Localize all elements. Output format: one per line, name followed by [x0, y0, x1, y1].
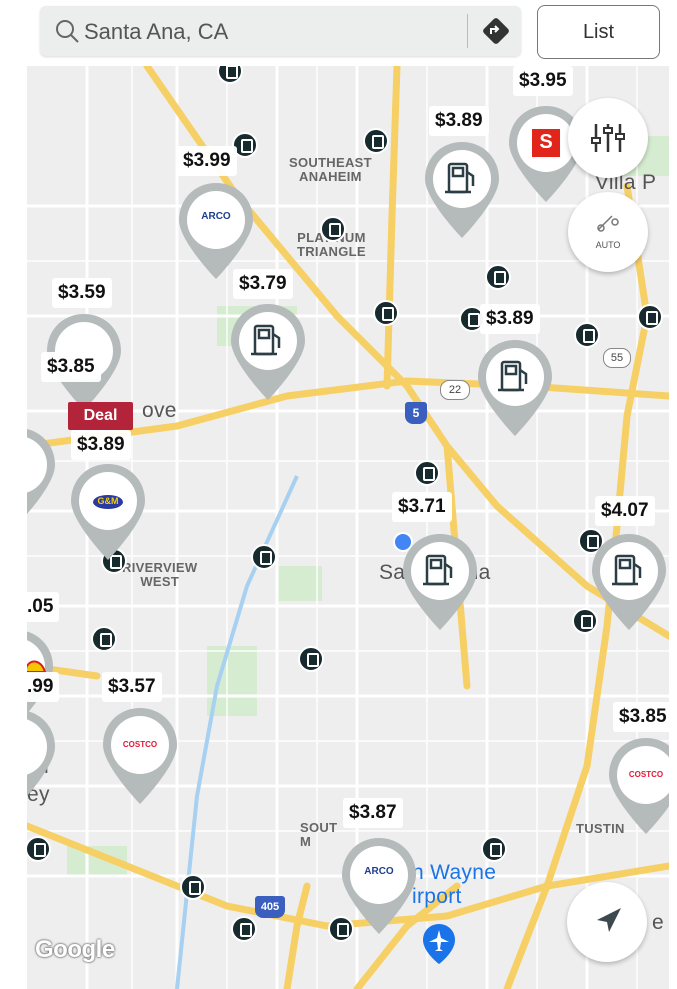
divider: [467, 14, 468, 48]
shield-405: 405: [255, 896, 285, 918]
station-dot[interactable]: [180, 874, 206, 900]
price-label[interactable]: $3.71: [392, 492, 452, 522]
label-john-wayne-airport: n Wayne irport: [412, 861, 497, 908]
station-pin-partial[interactable]: [27, 708, 59, 808]
auto-icon: [597, 215, 619, 232]
station-dot[interactable]: [363, 128, 389, 154]
label-grove: ove: [142, 399, 177, 422]
station-pin-generic[interactable]: [421, 140, 503, 240]
search-input[interactable]: Santa Ana, CA: [84, 19, 228, 45]
station-dot[interactable]: [574, 322, 600, 348]
shield-55: 55: [603, 348, 631, 368]
auto-label: AUTO: [595, 240, 621, 250]
filter-sliders-icon: [591, 124, 625, 152]
arco-logo: ARCO: [364, 866, 394, 877]
station-pin-generic[interactable]: [588, 532, 669, 632]
station-pin-arco[interactable]: ARCO: [338, 836, 420, 936]
navigation-arrow-icon: [597, 908, 621, 932]
top-bar: Santa Ana, CA List: [0, 0, 677, 66]
station-dot[interactable]: [485, 264, 511, 290]
list-button[interactable]: List: [537, 5, 660, 59]
station-dot[interactable]: [414, 460, 440, 486]
station-pin-costco[interactable]: COSTCO: [605, 736, 669, 836]
station-pin-arco-partial[interactable]: [27, 426, 59, 526]
station-pin-generic[interactable]: [399, 532, 481, 632]
label-villa-park: Villa P: [595, 171, 657, 194]
auto-button[interactable]: AUTO: [568, 192, 648, 272]
shield-i5: 5: [405, 402, 427, 424]
station-pin-gm[interactable]: G&M: [67, 462, 149, 562]
price-label[interactable]: $3.59: [52, 278, 112, 308]
search-bar[interactable]: Santa Ana, CA: [40, 6, 521, 56]
price-label[interactable]: .99: [27, 672, 60, 702]
price-label[interactable]: $3.85: [41, 352, 101, 382]
price-label[interactable]: $3.57: [102, 672, 162, 702]
station-dot[interactable]: [481, 836, 507, 862]
station-dot[interactable]: [298, 646, 324, 672]
filter-button[interactable]: [568, 98, 648, 178]
label-riverview-west: RIVERVIEW WEST: [122, 560, 198, 589]
label-southeast-anaheim: SOUTHEAST ANAHEIM: [289, 155, 372, 184]
price-label[interactable]: $3.95: [513, 66, 573, 96]
gm-logo: G&M: [97, 496, 119, 506]
station-dot[interactable]: [91, 626, 117, 652]
map-view[interactable]: SOUTHEAST ANAHEIM PLATINUM TRIANGLE Vill…: [27, 66, 669, 989]
costco-logo: COSTCO: [122, 740, 158, 749]
directions-icon[interactable]: [480, 15, 512, 47]
price-label[interactable]: $3.85: [613, 702, 669, 732]
price-label[interactable]: $3.89: [71, 430, 131, 460]
station-pin-costco[interactable]: COSTCO: [99, 706, 181, 806]
price-label[interactable]: $3.89: [480, 304, 540, 334]
price-label[interactable]: $3.99: [177, 146, 237, 176]
station-pin-generic[interactable]: [227, 302, 309, 402]
station-pin-generic[interactable]: [474, 338, 556, 438]
price-label[interactable]: $4.07: [595, 496, 655, 526]
google-logo: Google: [35, 936, 115, 963]
station-dot[interactable]: [251, 544, 277, 570]
price-label[interactable]: .05: [27, 592, 60, 622]
station-dot[interactable]: [373, 300, 399, 326]
airport-icon: [423, 924, 455, 964]
price-label[interactable]: $3.89: [429, 106, 489, 136]
price-label[interactable]: $3.79: [233, 269, 293, 299]
deal-badge[interactable]: Deal: [68, 402, 133, 430]
search-icon: [56, 20, 79, 43]
costco-logo: COSTCO: [628, 770, 664, 779]
label-e: e: [652, 911, 664, 934]
price-label[interactable]: $3.87: [343, 798, 403, 828]
station-dot[interactable]: [231, 916, 257, 942]
shield-22: 22: [440, 380, 470, 400]
station-dot[interactable]: [320, 216, 346, 242]
station-dot[interactable]: [637, 304, 663, 330]
arco-logo: ARCO: [201, 211, 231, 222]
station-pin-arco[interactable]: ARCO: [175, 181, 257, 281]
label-south: SOUT M: [300, 820, 338, 849]
recenter-button[interactable]: [567, 882, 647, 962]
